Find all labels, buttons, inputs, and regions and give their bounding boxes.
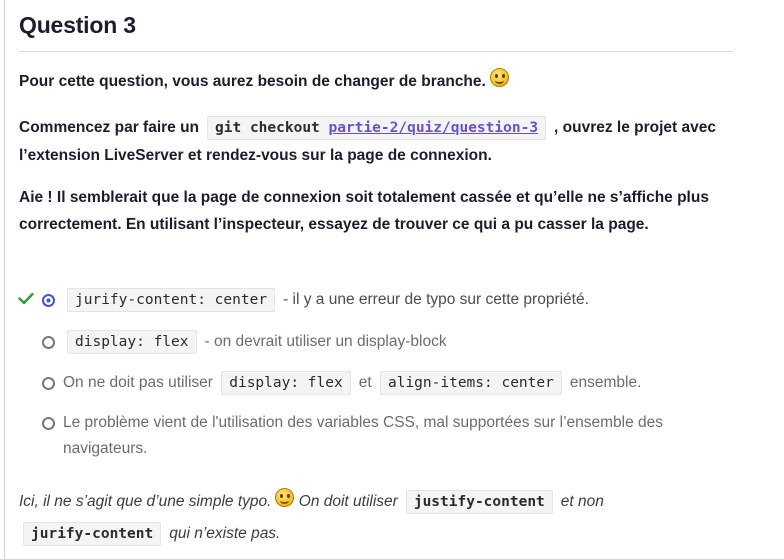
option-3-text: ensemble.: [569, 374, 642, 391]
git-command-text: git checkout: [215, 120, 320, 136]
option-3-code2: align-items: center: [379, 371, 562, 395]
instructions-prefix: Commencez par faire un: [19, 119, 200, 136]
explanation-part1: Ici, il ne s’agit que d’une simple typo.: [19, 493, 272, 510]
radio-icon[interactable]: [42, 336, 55, 349]
smiley-icon: [489, 68, 509, 87]
option-3-prefix: On ne doit pas utiliser: [63, 374, 213, 391]
answer-explanation: Ici, il ne s’agit que d’une simple typo.…: [19, 486, 735, 550]
answer-option-3[interactable]: On ne doit pas utiliser display: flex et …: [5, 370, 745, 396]
option-2-label: display: flex - on devrait utiliser un di…: [63, 329, 745, 355]
option-1-code: jurify-content: center: [67, 288, 276, 312]
explanation-part4: qui n’existe pas.: [169, 525, 281, 542]
option-3-code: display: flex: [221, 371, 351, 395]
question-intro: Pour cette question, vous aurez besoin d…: [19, 68, 735, 95]
correct-marker: [5, 287, 42, 313]
question-title: Question 3: [19, 12, 136, 38]
title-divider: [19, 51, 733, 52]
question-instructions: Commencez par faire un git checkout parti…: [19, 114, 735, 169]
option-2-code: display: flex: [67, 330, 197, 354]
option-4-label: Le problème vient de l'utilisation des v…: [63, 414, 664, 457]
branch-link[interactable]: partie-2/quiz/question-3: [329, 120, 539, 136]
option-1-text: - il y a une erreur de typo sur cette pr…: [283, 291, 589, 308]
explanation-part3: et non: [560, 493, 604, 510]
explanation-code1: justify-content: [405, 490, 553, 514]
checkmark-icon: [18, 293, 34, 304]
radio-icon[interactable]: [42, 377, 55, 390]
option-3-middle: et: [358, 374, 372, 391]
option-3-label: On ne doit pas utiliser display: flex et …: [63, 370, 745, 396]
answer-option-4[interactable]: Le problème vient de l'utilisation des v…: [5, 410, 745, 462]
answer-option-1[interactable]: jurify-content: center - il y a une erreu…: [5, 287, 745, 313]
smiley-icon: [275, 488, 295, 507]
intro-text: Pour cette question, vous aurez besoin d…: [19, 73, 486, 90]
option-1-label: jurify-content: center - il y a une erreu…: [63, 287, 745, 313]
radio-icon[interactable]: [42, 417, 55, 430]
git-command: git checkout partie-2/quiz/question-3: [207, 116, 547, 140]
option-2-text: - on devrait utiliser un display-block: [204, 333, 447, 350]
quiz-card: Question 3 Pour cette question, vous aur…: [4, 0, 744, 559]
radio-icon[interactable]: [42, 294, 55, 307]
explanation-code2: jurify-content: [23, 522, 162, 546]
answer-option-2[interactable]: display: flex - on devrait utiliser un di…: [5, 329, 745, 355]
explanation-part2: On doit utiliser: [298, 493, 398, 510]
question-body: Aie ! Il semblerait que la page de conne…: [19, 189, 709, 233]
